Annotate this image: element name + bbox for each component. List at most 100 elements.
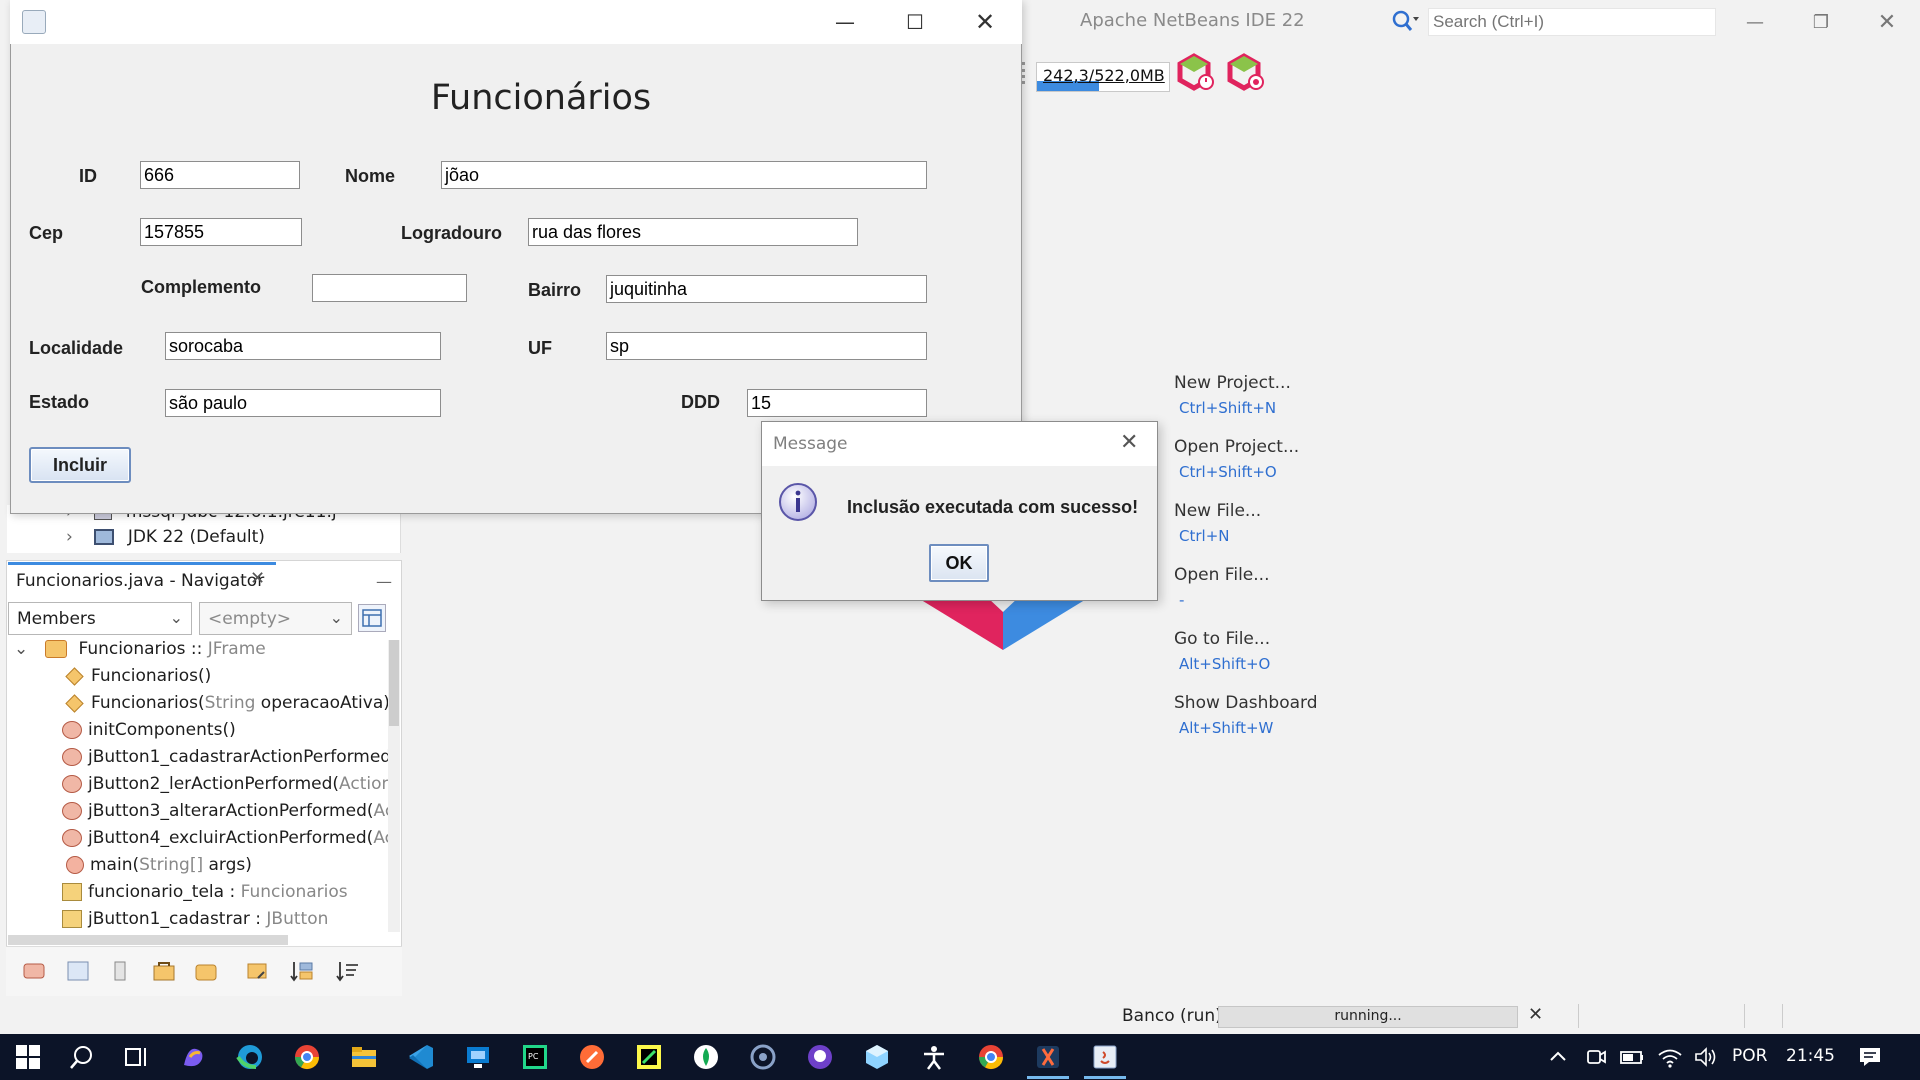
volume-icon[interactable] (1690, 1041, 1722, 1073)
edge-icon[interactable] (234, 1041, 266, 1073)
pycharm-icon[interactable]: PC (519, 1041, 551, 1073)
postman-icon[interactable] (576, 1041, 608, 1073)
cancel-task-icon[interactable]: ✕ (1528, 1004, 1543, 1025)
input-language[interactable]: POR (1732, 1046, 1767, 1066)
new-file-link[interactable]: New File... (1174, 501, 1261, 521)
members-filter-value: Members (17, 609, 96, 629)
filter-toggle-button[interactable] (358, 604, 386, 632)
member-rest: operacaoAtiva) (255, 693, 390, 713)
list-item[interactable]: Funcionarios(String operacaoAtiva) (65, 693, 390, 720)
vscode-icon[interactable] (405, 1041, 437, 1073)
sort-by-source-icon[interactable] (244, 958, 272, 984)
cube-app-icon[interactable] (861, 1041, 893, 1073)
estado-field[interactable]: são paulo (165, 389, 441, 417)
copilot-icon[interactable] (178, 1041, 210, 1073)
github-desktop-icon[interactable] (804, 1041, 836, 1073)
close-button[interactable]: ✕ (1862, 4, 1912, 40)
java-taskbar-icon[interactable] (1089, 1041, 1121, 1073)
empty-combo-value: <empty> (208, 609, 292, 629)
list-item[interactable]: main(String[] args) (66, 855, 252, 882)
chrome-icon[interactable] (291, 1041, 323, 1073)
ddd-label: DDD (681, 392, 720, 412)
member-name: initComponents() (88, 720, 236, 740)
cep-field[interactable]: 157855 (140, 218, 302, 246)
list-item[interactable]: funcionario_tela : Funcionarios (62, 882, 348, 909)
close-button[interactable]: ✕ (956, 0, 1014, 44)
id-field[interactable]: 666 (140, 161, 300, 189)
chevron-up-icon[interactable] (1542, 1041, 1574, 1073)
task-view-icon[interactable] (120, 1041, 152, 1073)
go-to-file-link[interactable]: Go to File... (1174, 629, 1270, 649)
empty-combo[interactable]: <empty> ⌄ (199, 602, 352, 635)
mongodb-icon[interactable] (690, 1041, 722, 1073)
field-icon (62, 910, 82, 928)
inherited-members-icon[interactable] (20, 958, 48, 984)
sort-alphabetically-icon[interactable] (334, 958, 362, 984)
notifications-icon[interactable] (1854, 1041, 1886, 1073)
chrome-icon[interactable] (975, 1041, 1007, 1073)
show-dashboard-link[interactable]: Show Dashboard (1174, 693, 1318, 713)
list-item[interactable]: Funcionarios() (65, 666, 211, 693)
list-item[interactable]: jButton1_cadastrarActionPerformed( (62, 747, 388, 774)
bairro-field[interactable]: juquitinha (606, 275, 927, 303)
list-item[interactable]: initComponents() (62, 720, 236, 747)
remote-desktop-icon[interactable] (462, 1041, 494, 1073)
maximize-button[interactable]: ☐ (886, 0, 944, 44)
localidade-field[interactable]: sorocaba (165, 332, 441, 360)
search-input[interactable] (1428, 8, 1716, 36)
logradouro-field[interactable]: rua das flores (528, 218, 858, 246)
status-divider (1782, 1004, 1783, 1028)
non-public-icon[interactable] (150, 958, 178, 984)
jetbrains-icon[interactable] (633, 1041, 665, 1073)
static-members-icon[interactable] (106, 958, 134, 984)
classes-icon[interactable] (192, 958, 220, 984)
ddd-field[interactable]: 15 (747, 389, 927, 417)
open-file-shortcut: - (1179, 591, 1185, 609)
open-project-link[interactable]: Open Project... (1174, 437, 1299, 457)
private-method-icon (62, 748, 82, 766)
list-item[interactable]: jButton2_lerActionPerformed(ActionE (62, 774, 388, 801)
minimize-button[interactable]: — (816, 0, 874, 44)
search-icon[interactable] (66, 1041, 98, 1073)
list-item[interactable]: › JDK 22 (Default) (66, 527, 265, 554)
search-icon[interactable] (1390, 8, 1420, 36)
member-type: JButton (266, 909, 329, 929)
uf-field[interactable]: sp (606, 332, 927, 360)
new-project-link[interactable]: New Project... (1174, 373, 1291, 393)
database-tool-icon[interactable] (747, 1041, 779, 1073)
incluir-button[interactable]: Incluir (29, 447, 131, 483)
windows-start-icon[interactable] (12, 1041, 44, 1073)
meet-now-icon[interactable] (1580, 1041, 1612, 1073)
members-filter-combo[interactable]: Members ⌄ (8, 602, 192, 635)
complemento-field[interactable] (312, 274, 467, 302)
scrollbar-thumb[interactable] (389, 640, 399, 726)
minimize-panel-icon[interactable]: — (376, 572, 392, 591)
close-icon[interactable]: ✕ (1120, 430, 1138, 455)
netbeans-taskbar-icon[interactable] (1032, 1041, 1064, 1073)
clock[interactable]: 21:45 (1786, 1046, 1835, 1066)
sort-by-name-icon[interactable] (288, 958, 316, 984)
logradouro-label: Logradouro (401, 223, 502, 243)
netbeans-logo (918, 598, 1088, 650)
minimize-button[interactable]: — (1730, 4, 1780, 40)
profile-stop-icon[interactable] (1226, 52, 1266, 92)
tab-navigator[interactable]: Funcionarios.java - Navigator (8, 562, 276, 598)
close-icon[interactable]: ✕ (250, 568, 265, 589)
battery-icon[interactable] (1616, 1041, 1648, 1073)
open-file-link[interactable]: Open File... (1174, 565, 1269, 585)
wifi-icon[interactable] (1654, 1041, 1686, 1073)
ok-button[interactable]: OK (929, 544, 989, 582)
file-explorer-icon[interactable] (348, 1041, 380, 1073)
nome-field[interactable]: jõao (441, 161, 927, 189)
profile-project-icon[interactable] (1176, 52, 1216, 92)
accessibility-app-icon[interactable] (918, 1041, 950, 1073)
list-item[interactable]: jButton4_excluirActionPerformed(Act (62, 828, 388, 855)
list-item[interactable]: jButton3_alterarActionPerformed(Act (62, 801, 388, 828)
chevron-down-icon: ⌄ (169, 608, 183, 627)
list-item[interactable]: jButton1_cadastrar : JButton (62, 909, 328, 936)
new-project-shortcut: Ctrl+Shift+N (1179, 399, 1277, 417)
tree-root[interactable]: ⌄ Funcionarios :: JFrame (14, 639, 266, 666)
fields-icon[interactable] (64, 958, 92, 984)
horizontal-scrollbar[interactable] (8, 935, 288, 945)
restore-button[interactable]: ❐ (1796, 4, 1846, 40)
